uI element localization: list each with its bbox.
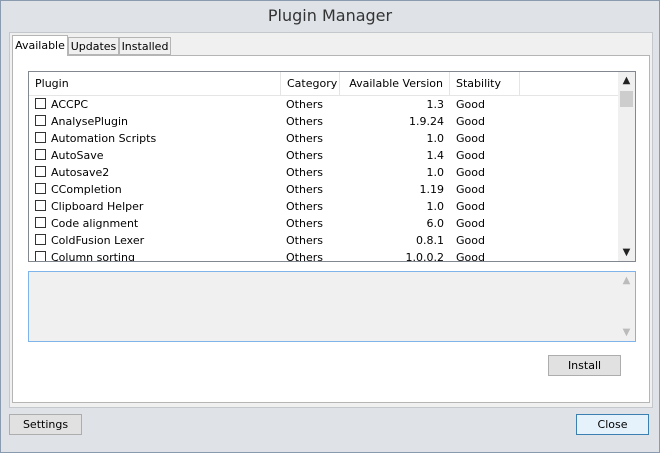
description-scroll-down-icon[interactable]: ▼: [618, 324, 635, 341]
plugin-description-box[interactable]: ▲ ▼: [28, 271, 636, 342]
plugin-category: Others: [286, 115, 323, 128]
table-row[interactable]: Code alignment Others 6.0 Good: [29, 215, 618, 232]
plugin-name: AutoSave: [51, 149, 104, 162]
plugin-stability: Good: [456, 132, 485, 145]
plugin-category: Others: [286, 183, 323, 196]
plugin-name: Autosave2: [51, 166, 110, 179]
plugin-stability: Good: [456, 149, 485, 162]
scroll-up-icon[interactable]: ▲: [618, 72, 635, 89]
table-row[interactable]: Clipboard Helper Others 1.0 Good: [29, 198, 618, 215]
table-row[interactable]: Automation Scripts Others 1.0 Good: [29, 130, 618, 147]
title-bar: Plugin Manager: [1, 1, 659, 31]
column-header-version[interactable]: Available Version: [340, 72, 450, 95]
column-header-plugin[interactable]: Plugin: [29, 72, 281, 95]
plugin-category: Others: [286, 251, 323, 261]
row-checkbox[interactable]: [35, 183, 46, 194]
plugin-stability: Good: [456, 183, 485, 196]
row-checkbox[interactable]: [35, 251, 46, 261]
plugin-name: CCompletion: [51, 183, 122, 196]
column-header-stability[interactable]: Stability: [450, 72, 520, 95]
plugin-manager-window: Plugin Manager Available Updates Install…: [0, 0, 660, 453]
row-checkbox[interactable]: [35, 115, 46, 126]
plugin-stability: Good: [456, 217, 485, 230]
plugin-stability: Good: [456, 98, 485, 111]
tab-panel-available: Plugin Category Available Version Stabil…: [12, 55, 650, 403]
row-checkbox[interactable]: [35, 234, 46, 245]
description-scroll-up-icon[interactable]: ▲: [618, 272, 635, 289]
plugin-version: 1.4: [426, 149, 445, 162]
plugin-name: Clipboard Helper: [51, 200, 144, 213]
plugin-list[interactable]: Plugin Category Available Version Stabil…: [28, 71, 636, 262]
row-checkbox[interactable]: [35, 98, 46, 109]
install-button[interactable]: Install: [548, 355, 621, 376]
plugin-version: 0.8.1: [416, 234, 444, 247]
tab-available[interactable]: Available: [12, 35, 68, 56]
description-scrollbar[interactable]: ▲ ▼: [618, 272, 635, 341]
plugin-stability: Good: [456, 251, 485, 261]
table-row[interactable]: CCompletion Others 1.19 Good: [29, 181, 618, 198]
dialog-client-area: Available Updates Installed Plugin Categ…: [9, 32, 653, 408]
table-row[interactable]: Autosave2 Others 1.0 Good: [29, 164, 618, 181]
plugin-version: 1.3: [426, 98, 445, 111]
row-checkbox[interactable]: [35, 149, 46, 160]
plugin-stability: Good: [456, 200, 485, 213]
table-row[interactable]: ColdFusion Lexer Others 0.8.1 Good: [29, 232, 618, 249]
row-checkbox[interactable]: [35, 200, 46, 211]
table-row[interactable]: Column sorting Others 1.0.0.2 Good: [29, 249, 618, 261]
plugin-name: Column sorting: [51, 251, 135, 261]
plugin-category: Others: [286, 149, 323, 162]
plugin-name: ACCPC: [51, 98, 89, 111]
plugin-category: Others: [286, 200, 323, 213]
list-vertical-scrollbar[interactable]: ▲ ▼: [618, 72, 635, 261]
plugin-version: 1.19: [419, 183, 445, 196]
plugin-version: 1.0: [426, 200, 445, 213]
row-checkbox[interactable]: [35, 132, 46, 143]
close-button[interactable]: Close: [576, 414, 649, 435]
plugin-stability: Good: [456, 234, 485, 247]
plugin-version: 1.0: [426, 132, 445, 145]
plugin-category: Others: [286, 166, 323, 179]
column-header-category[interactable]: Category: [281, 72, 340, 95]
scroll-thumb[interactable]: [620, 91, 633, 107]
plugin-version: 1.0: [426, 166, 445, 179]
plugin-stability: Good: [456, 115, 485, 128]
row-checkbox[interactable]: [35, 217, 46, 228]
plugin-category: Others: [286, 217, 323, 230]
plugin-name: ColdFusion Lexer: [51, 234, 145, 247]
plugin-category: Others: [286, 132, 323, 145]
plugin-version: 6.0: [426, 217, 445, 230]
table-row[interactable]: AutoSave Others 1.4 Good: [29, 147, 618, 164]
table-row[interactable]: AnalysePlugin Others 1.9.24 Good: [29, 113, 618, 130]
tab-updates[interactable]: Updates: [68, 37, 119, 55]
plugin-category: Others: [286, 234, 323, 247]
plugin-version: 1.9.24: [409, 115, 444, 128]
plugin-name: Code alignment: [51, 217, 139, 230]
settings-button[interactable]: Settings: [9, 414, 82, 435]
plugin-stability: Good: [456, 166, 485, 179]
scroll-down-icon[interactable]: ▼: [618, 244, 635, 261]
plugin-version: 1.0.0.2: [405, 251, 444, 261]
plugin-name: Automation Scripts: [51, 132, 157, 145]
list-rows: ACCPC Others 1.3 Good AnalysePlugin Others 1.9…: [29, 96, 618, 261]
list-header: Plugin Category Available Version Stabil…: [29, 72, 618, 96]
table-row[interactable]: ACCPC Others 1.3 Good: [29, 96, 618, 113]
tab-installed[interactable]: Installed: [119, 37, 171, 55]
plugin-category: Others: [286, 98, 323, 111]
row-checkbox[interactable]: [35, 166, 46, 177]
window-title: Plugin Manager: [267, 6, 393, 25]
plugin-name: AnalysePlugin: [51, 115, 128, 128]
